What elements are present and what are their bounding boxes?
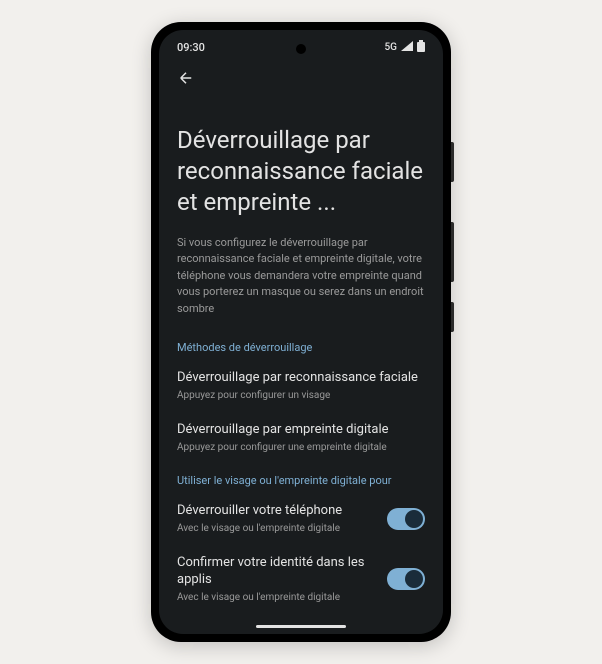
setting-subtitle: Avec le visage ou l'empreinte digitale [177,591,375,604]
setting-subtitle: Appuyez pour configurer une empreinte di… [177,441,425,454]
toggle-unlock-phone[interactable] [387,508,425,530]
setting-item-text: Déverrouiller votre téléphone Avec le vi… [177,503,387,535]
phone-screen: 09:30 5G Déverrouillage par reconnaissan… [159,30,443,634]
content-area: Déverrouillage par reconnaissance facial… [159,101,443,634]
setting-title: Déverrouillage par empreinte digitale [177,422,425,439]
phone-frame: 09:30 5G Déverrouillage par reconnaissan… [151,22,451,642]
side-button [451,222,454,282]
page-title: Déverrouillage par reconnaissance facial… [177,125,425,219]
status-indicators: 5G [385,40,426,55]
network-label: 5G [385,42,398,53]
setting-unlock-phone[interactable]: Déverrouiller votre téléphone Avec le vi… [177,503,425,535]
setting-title: Déverrouiller votre téléphone [177,503,375,520]
toggle-confirm-identity[interactable] [387,568,425,590]
camera-hole [296,44,306,54]
section-header-usage: Utiliser le visage ou l'empreinte digita… [177,474,425,487]
navigation-bar[interactable] [256,625,346,628]
toggle-knob [405,570,423,588]
setting-title: Déverrouillage par reconnaissance facial… [177,370,425,387]
back-button[interactable] [159,59,443,101]
setting-title: Confirmer votre identité dans les applis [177,555,375,589]
setting-item-text: Confirmer votre identité dans les applis… [177,555,387,604]
side-button [451,142,454,182]
status-time: 09:30 [177,41,205,54]
section-header-methods: Méthodes de déverrouillage [177,341,425,354]
side-button [451,302,454,332]
toggle-knob [405,510,423,528]
setting-fingerprint-unlock[interactable]: Déverrouillage par empreinte digitale Ap… [177,422,425,454]
setting-face-unlock[interactable]: Déverrouillage par reconnaissance facial… [177,370,425,402]
setting-subtitle: Avec le visage ou l'empreinte digitale [177,522,375,535]
signal-icon [401,41,413,54]
page-description: Si vous configurez le déverrouillage par… [177,235,425,318]
battery-icon [417,40,425,55]
setting-confirm-identity[interactable]: Confirmer votre identité dans les applis… [177,555,425,604]
setting-subtitle: Appuyez pour configurer un visage [177,389,425,402]
